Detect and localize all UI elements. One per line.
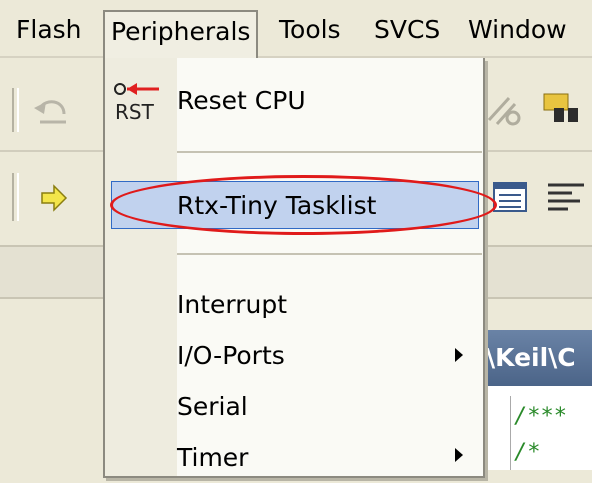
undo-icon[interactable] bbox=[32, 94, 72, 128]
menu-separator bbox=[177, 151, 482, 153]
window-list-icon[interactable] bbox=[492, 181, 528, 215]
menu-tools[interactable]: Tools bbox=[273, 10, 347, 50]
editor-title-bar: \Keil\C bbox=[478, 330, 592, 386]
menu-item-io-ports[interactable]: I/O-Ports bbox=[177, 331, 285, 381]
arrow-right-icon[interactable] bbox=[40, 183, 70, 213]
code-comment-line: /*** bbox=[514, 404, 567, 429]
menu-peripherals[interactable]: Peripherals bbox=[103, 10, 259, 58]
toolbar-grip[interactable] bbox=[12, 173, 19, 221]
peripherals-dropdown: RST Reset CPU Rtx-Tiny Tasklist Interrup… bbox=[103, 58, 497, 478]
menu-separator bbox=[177, 253, 482, 255]
annotation-ellipse bbox=[110, 175, 497, 235]
menu-bar: Flash Peripherals Tools SVCS Window bbox=[0, 0, 592, 58]
editor-pane[interactable]: /*** /* bbox=[478, 386, 592, 470]
menu-svcs[interactable]: SVCS bbox=[368, 10, 446, 50]
submenu-arrow-icon bbox=[455, 348, 463, 362]
menu-item-timer[interactable]: Timer bbox=[177, 433, 248, 483]
code-comment-line: /* bbox=[514, 440, 541, 465]
submenu-arrow-icon bbox=[455, 448, 463, 462]
toolbar-grip[interactable] bbox=[12, 88, 19, 132]
editor-gutter bbox=[488, 396, 511, 470]
menu-flash[interactable]: Flash bbox=[10, 10, 88, 50]
align-left-icon[interactable] bbox=[546, 181, 586, 215]
binoculars-icon[interactable] bbox=[540, 90, 584, 130]
menu-item-serial[interactable]: Serial bbox=[177, 382, 248, 432]
menu-item-reset-cpu[interactable]: Reset CPU bbox=[177, 76, 306, 126]
reset-cpu-icon: RST bbox=[113, 80, 165, 128]
menu-item-interrupt[interactable]: Interrupt bbox=[177, 280, 287, 330]
menu-window[interactable]: Window bbox=[462, 10, 573, 50]
debug-tools-icon[interactable] bbox=[485, 90, 525, 130]
reset-cpu-icon-text: RST bbox=[115, 100, 154, 124]
